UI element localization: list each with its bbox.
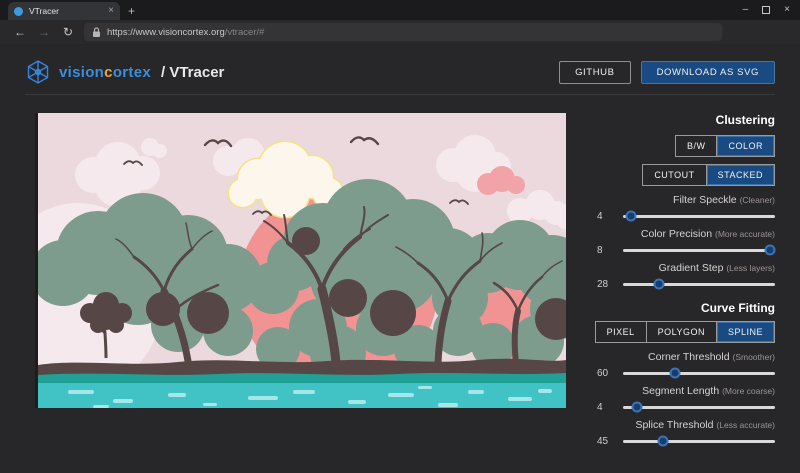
corner-threshold-slider-row: 60	[597, 366, 775, 380]
water	[38, 383, 566, 408]
pixel-button[interactable]: PIXEL	[596, 322, 646, 342]
color-precision-slider-row: 8	[597, 243, 775, 257]
color-precision-value: 8	[597, 245, 623, 256]
refresh-icon[interactable]: ↻	[56, 25, 80, 39]
segment-length-slider-row: 4	[597, 400, 775, 414]
forward-icon[interactable]: →	[32, 25, 56, 39]
gradient-step-slider[interactable]	[623, 277, 775, 291]
gradient-step-label: Gradient Step (Less layers)	[659, 262, 775, 274]
clustering-section-title: Clustering	[716, 113, 775, 127]
traced-artwork	[38, 113, 566, 408]
splice-threshold-value: 45	[597, 436, 623, 447]
segment-length-label: Segment Length (More coarse)	[642, 385, 775, 397]
url-bar[interactable]: https://www.visioncortex.org/vtracer/#	[84, 23, 722, 41]
color-precision-label: Color Precision (More accurate)	[641, 228, 775, 240]
minimize-button[interactable]: –	[743, 5, 749, 15]
brand-wordmark: visioncortex	[59, 64, 151, 81]
splice-threshold-slider-row: 45	[597, 434, 775, 448]
traced-image-preview[interactable]	[35, 113, 566, 408]
tab-favicon-icon	[14, 7, 23, 16]
cutout-button[interactable]: CUTOUT	[643, 165, 705, 185]
filter-speckle-slider[interactable]	[623, 209, 775, 223]
corner-threshold-thumb[interactable]	[669, 368, 680, 379]
color-precision-slider[interactable]	[623, 243, 775, 257]
back-icon[interactable]: ←	[8, 25, 32, 39]
filter-speckle-label: Filter Speckle (Cleaner)	[673, 194, 775, 206]
lock-icon	[92, 27, 101, 38]
polygon-button[interactable]: POLYGON	[646, 322, 716, 342]
visioncortex-brand[interactable]: visioncortex	[25, 59, 151, 85]
curve-mode-toggle-group: PIXEL POLYGON SPLINE	[595, 321, 775, 343]
corner-threshold-label: Corner Threshold (Smoother)	[648, 351, 775, 363]
corner-threshold-value: 60	[597, 368, 623, 379]
hierarchy-toggle-group: CUTOUT STACKED	[642, 164, 775, 186]
visioncortex-logo-icon	[25, 59, 51, 85]
settings-panel: Clustering B/W COLOR CUTOUT STACKED Filt…	[597, 113, 775, 448]
stacked-button[interactable]: STACKED	[706, 165, 774, 185]
browser-window: VTracer × + – × ← → ↻ https://www.vision…	[0, 0, 800, 473]
filter-speckle-value: 4	[597, 211, 623, 222]
corner-threshold-slider[interactable]	[623, 366, 775, 380]
bw-button[interactable]: B/W	[676, 136, 717, 156]
splice-threshold-slider[interactable]	[623, 434, 775, 448]
gradient-step-thumb[interactable]	[654, 279, 665, 290]
tab-title: VTracer	[29, 6, 102, 16]
browser-tab[interactable]: VTracer ×	[8, 2, 120, 20]
tab-close-icon[interactable]: ×	[108, 6, 114, 16]
segment-length-slider[interactable]	[623, 400, 775, 414]
github-button[interactable]: GITHUB	[559, 61, 631, 84]
curve-fitting-section-title: Curve Fitting	[701, 301, 775, 315]
browser-tab-bar: VTracer × + – ×	[0, 0, 800, 20]
vtracer-page: visioncortex / VTracer GITHUB DOWNLOAD A…	[0, 44, 800, 473]
page-title: / VTracer	[161, 64, 224, 81]
new-tab-button[interactable]: +	[128, 4, 135, 18]
splice-threshold-thumb[interactable]	[657, 436, 668, 447]
splice-threshold-label: Splice Threshold (Less accurate)	[635, 419, 775, 431]
color-precision-thumb[interactable]	[765, 245, 776, 256]
gradient-step-value: 28	[597, 279, 623, 290]
filter-speckle-slider-row: 4	[597, 209, 775, 223]
browser-nav-bar: ← → ↻ https://www.visioncortex.org/vtrac…	[0, 20, 800, 44]
close-window-button[interactable]: ×	[784, 5, 790, 15]
url-text: https://www.visioncortex.org/vtracer/#	[107, 27, 264, 38]
maximize-button[interactable]	[762, 6, 770, 14]
window-controls: – ×	[743, 0, 796, 20]
header-divider	[25, 94, 775, 95]
segment-length-value: 4	[597, 402, 623, 413]
gradient-step-slider-row: 28	[597, 277, 775, 291]
header-buttons: GITHUB DOWNLOAD AS SVG	[559, 61, 775, 84]
spline-button[interactable]: SPLINE	[716, 322, 774, 342]
mode-toggle-group: B/W COLOR	[675, 135, 775, 157]
page-header: visioncortex / VTracer GITHUB DOWNLOAD A…	[25, 53, 775, 91]
color-button[interactable]: COLOR	[716, 136, 774, 156]
filter-speckle-thumb[interactable]	[625, 211, 636, 222]
download-svg-button[interactable]: DOWNLOAD AS SVG	[641, 61, 775, 84]
segment-length-thumb[interactable]	[631, 402, 642, 413]
